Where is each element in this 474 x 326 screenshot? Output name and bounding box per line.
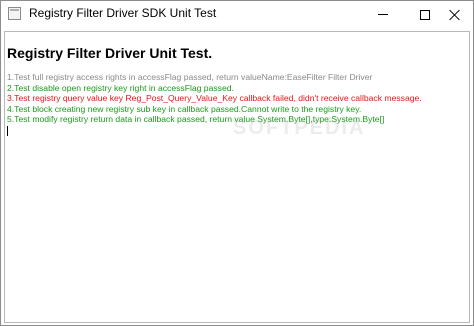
minimize-icon [377,14,388,15]
log-line-3: 3.Test registry query value key Reg_Post… [7,93,422,104]
log-line-2: 2.Test disable open registry key right i… [7,82,234,93]
minimize-button[interactable] [363,1,402,28]
log-line-1: 1.Test full registry access rights in ac… [7,72,373,82]
log-line-4: 4.Test block creating new registry sub k… [7,103,362,114]
text-cursor [7,125,8,136]
window-title: Registry Filter Driver SDK Unit Test [29,6,217,20]
title-bar[interactable]: Registry Filter Driver SDK Unit Test [1,1,473,28]
page-title: Registry Filter Driver Unit Test. [7,45,213,61]
log-text-area[interactable]: Registry Filter Driver Unit Test. 1.Test… [4,31,470,323]
watermark: SOFTPEDIA [233,117,366,139]
maximize-icon [419,9,430,20]
close-icon [449,9,461,21]
app-window-icon [8,7,21,20]
app-window: Registry Filter Driver SDK Unit Test Reg… [0,0,474,326]
close-button[interactable] [435,1,474,28]
